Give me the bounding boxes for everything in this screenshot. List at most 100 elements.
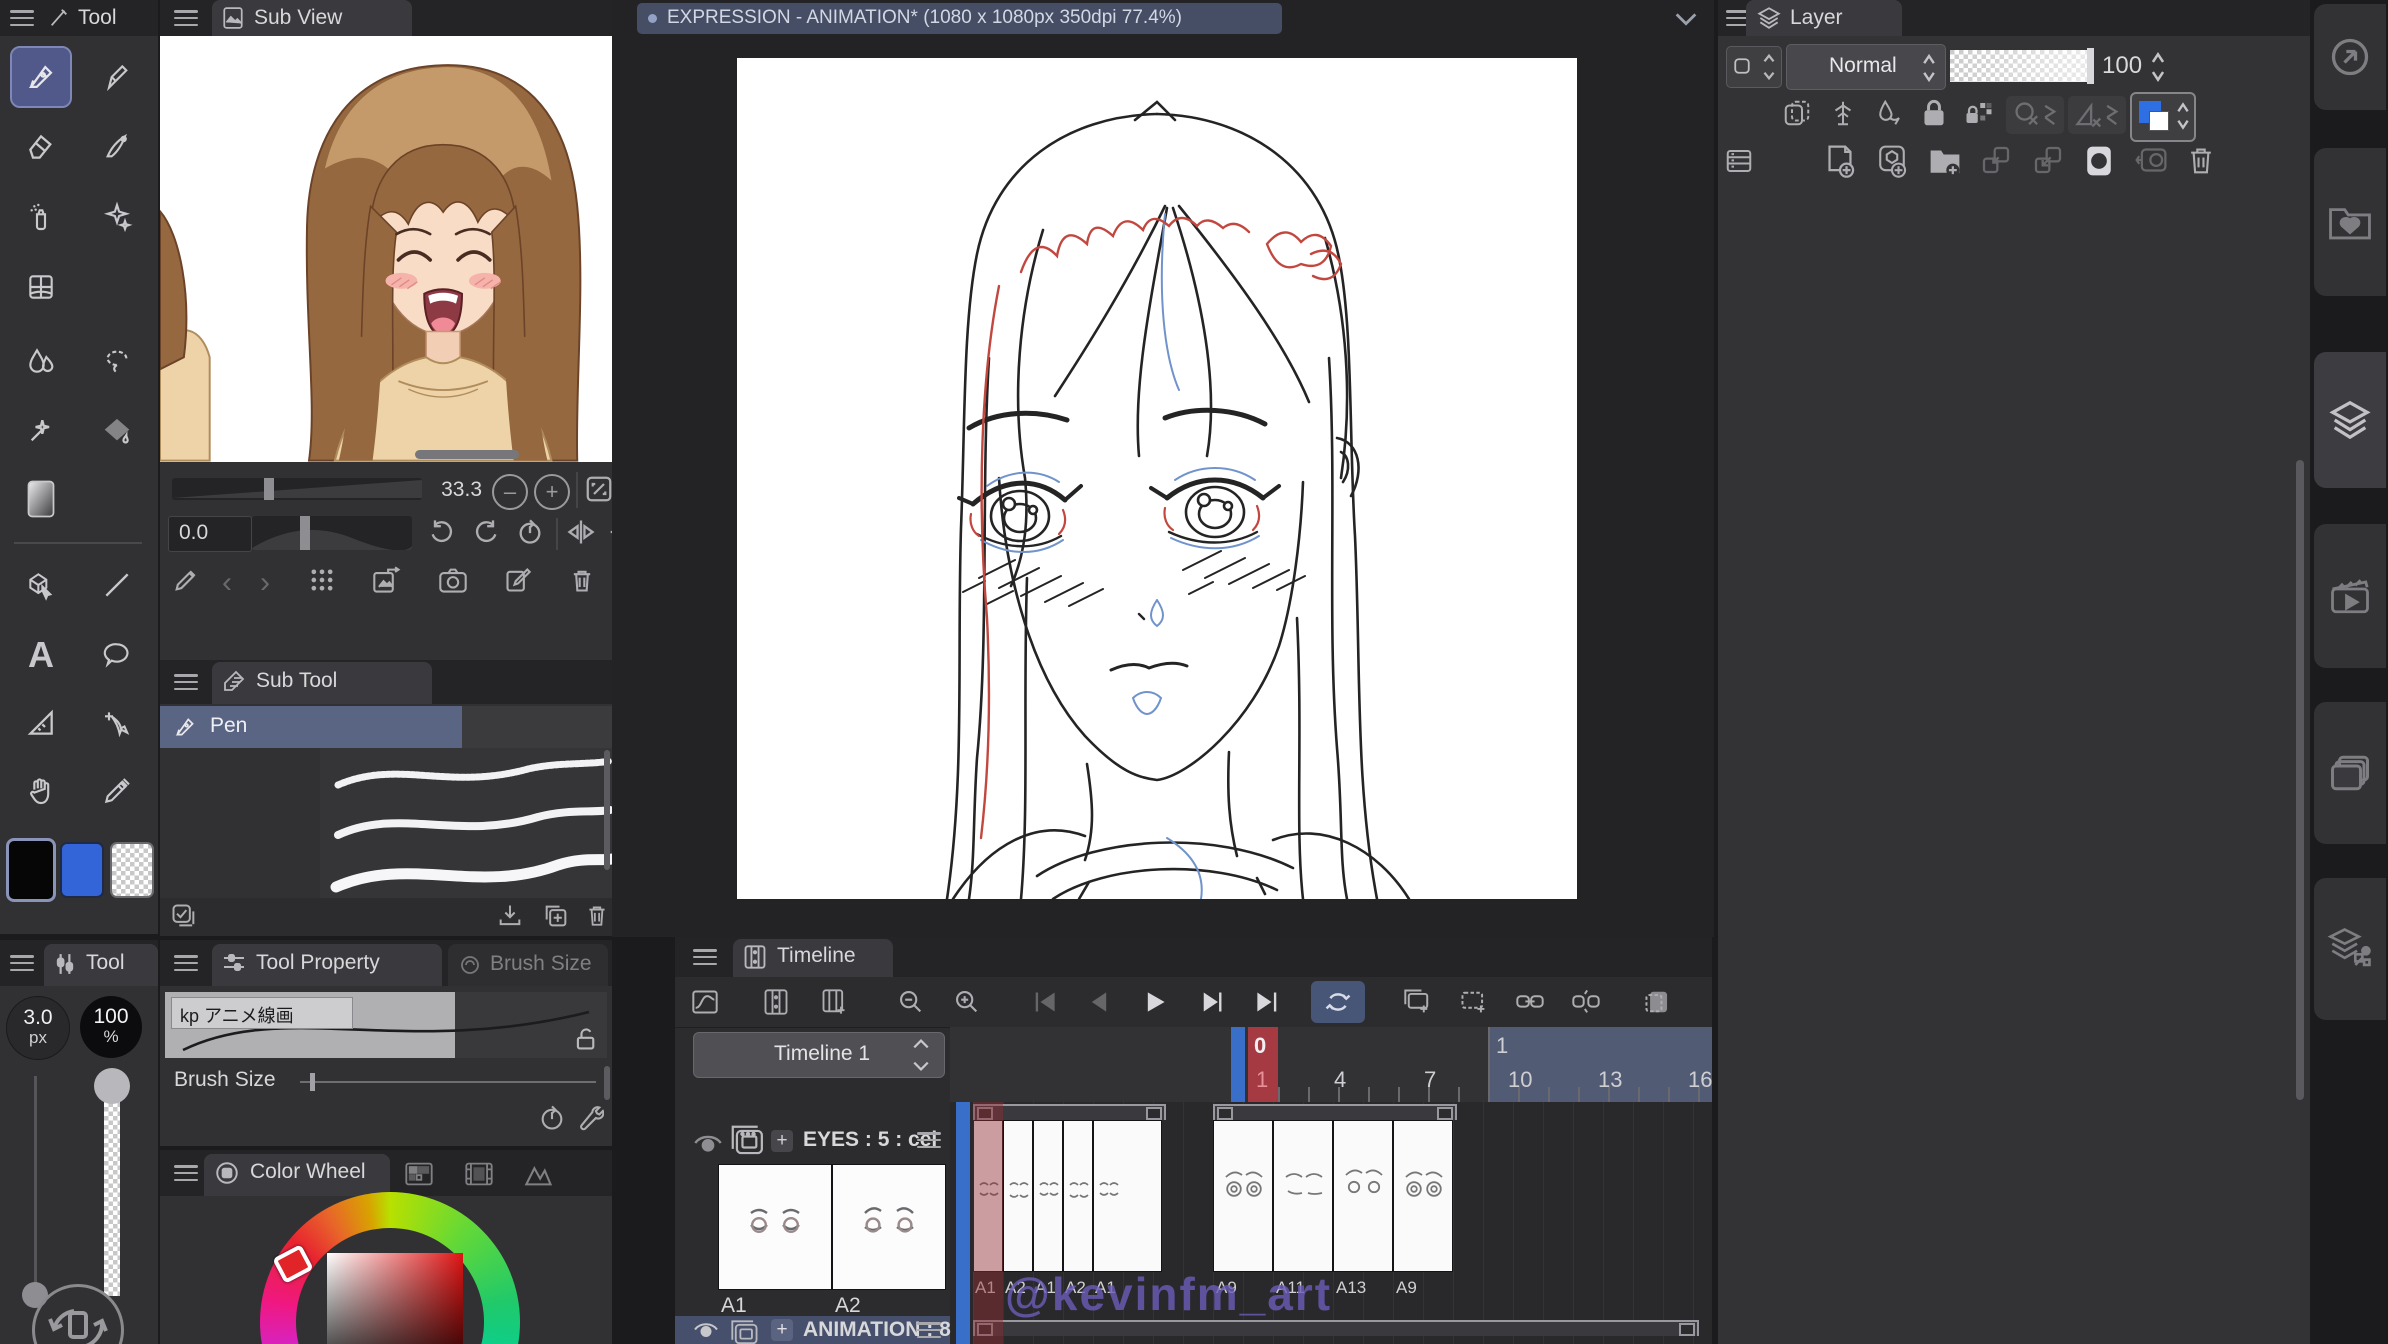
cel-group-bracket[interactable] [1213,1104,1457,1120]
new-folder-icon[interactable] [1928,144,1962,178]
track-visibility-eye-icon[interactable] [693,1132,723,1154]
brush-size-param-handle[interactable] [310,1073,315,1091]
subview-zoom-slider[interactable] [172,478,422,500]
tool-property-menu-icon[interactable] [174,955,198,971]
frame-border-tool[interactable] [12,258,70,316]
duplicate-subtool-icon[interactable] [542,902,570,930]
operation-tool[interactable] [88,694,146,752]
layer-list-scrollbar[interactable] [2296,460,2304,1100]
opacity-badge[interactable]: 100 % [80,996,142,1058]
clip-to-layer-below-icon[interactable] [1782,98,1812,128]
layer-list-options-icon[interactable] [1724,146,1754,176]
onion-skin-icon[interactable] [1643,988,1673,1016]
zoom-out-button[interactable]: – [492,474,528,510]
unlink-cels-icon[interactable] [1571,988,1601,1016]
play-icon[interactable] [1143,990,1167,1014]
brush-tool[interactable] [88,118,146,176]
unlock-icon[interactable] [573,1026,597,1052]
subview-zoom-slider-handle[interactable] [264,478,274,500]
subview-eyedropper-icon[interactable] [172,566,200,594]
timeline-menu-icon[interactable] [693,949,717,965]
bottom-tool-tab-label[interactable]: Tool [86,951,125,975]
text-tool[interactable]: A [12,626,70,684]
new-timeline-icon[interactable] [821,988,847,1016]
selection-lasso-tool[interactable] [88,332,146,390]
subview-tab-label[interactable]: Sub View [254,6,342,30]
link-cels-icon[interactable] [1515,988,1545,1016]
tool-property-scrollbar[interactable] [604,1066,610,1100]
blend-mode-steppers[interactable] [1921,50,1937,86]
main-color-swatch[interactable] [6,838,56,902]
blend-mode-select[interactable]: Normal [1786,44,1946,90]
object-tool[interactable] [12,556,70,614]
line-figure-tool[interactable] [88,556,146,614]
palette-color-button[interactable] [1726,46,1782,88]
new-raster-layer-icon[interactable] [1824,144,1856,178]
tool-property-tab-label[interactable]: Tool Property [256,951,380,975]
delete-layer-icon[interactable] [2186,144,2216,176]
fit-to-view-icon[interactable] [584,474,614,504]
apply-mask-icon[interactable] [2134,144,2168,176]
merge-down-icon[interactable] [2032,144,2064,176]
subtool-scrollbar[interactable] [604,750,610,870]
subtool-tab-label[interactable]: Sub Tool [256,669,337,693]
eyedropper-tool[interactable] [88,762,146,820]
tool-tab-label[interactable]: Tool [78,6,117,30]
brush-size-slider[interactable] [34,1076,37,1296]
timeline-cel[interactable] [1393,1120,1453,1272]
document-tab[interactable]: EXPRESSION - ANIMATION* (1080 x 1080px 3… [637,3,1282,34]
color-wheel-menu-icon[interactable] [174,1165,198,1181]
brush-size-badge[interactable]: 3.0 px [6,996,70,1060]
fill-tool[interactable] [88,402,146,460]
subview-delete-icon[interactable] [568,566,596,594]
timeline-ruler[interactable]: 0 1 1 2 4 7 10 13 16 19 22 2 [950,1027,1712,1103]
zoom-in-button[interactable]: + [534,474,570,510]
cel-thumbnail[interactable] [718,1164,832,1290]
color-set-tab-icon[interactable] [404,1161,434,1187]
next-frame-icon[interactable] [1199,990,1225,1014]
reference-layer-icon[interactable] [1828,98,1858,128]
palette-color-steppers[interactable] [1762,50,1776,84]
track-menu-icon[interactable] [917,1132,941,1148]
brush-size-tab[interactable]: Brush Size [448,944,608,986]
canvas-collapse-chevron-icon[interactable] [1672,8,1700,30]
import-subtool-icon[interactable] [496,902,524,930]
timeline-zoom-in-icon[interactable] [953,988,981,1016]
sub-color-swatch[interactable] [60,842,104,898]
eraser-tool[interactable] [12,118,70,176]
layer-color-control[interactable] [2130,92,2196,142]
animation-cels-panel-button[interactable] [2314,524,2386,668]
brush-preview-card[interactable]: kp アニメ線画 [165,992,607,1058]
layer-search-panel-button[interactable] [2314,878,2386,1020]
layer-opacity-slider[interactable] [1950,48,2094,84]
saturation-value-square[interactable] [327,1253,463,1344]
canvas-area[interactable]: EXPRESSION - ANIMATION* (1080 x 1080px 3… [612,0,1714,937]
brush-size-param-slider[interactable] [300,1081,596,1083]
previous-frame-icon[interactable] [1087,990,1111,1014]
track-menu-icon[interactable] [917,1322,941,1338]
new-vector-layer-icon[interactable] [1876,144,1908,178]
subview-grid-icon[interactable] [308,566,336,594]
bottom-tool-menu-icon[interactable] [10,955,34,971]
timeline-selector-up-icon[interactable] [912,1037,930,1051]
timeline-cel[interactable] [1213,1120,1273,1272]
ruler-range-control[interactable] [2068,96,2126,134]
timeline-cel[interactable] [1003,1120,1033,1272]
airbrush-tool[interactable] [12,188,70,246]
subtool-row-pen[interactable]: Pen [160,706,612,748]
layer-tab-label[interactable]: Layer [1790,6,1843,30]
track-visibility-eye-icon[interactable] [693,1320,719,1339]
cel-group-bracket[interactable] [973,1320,1699,1336]
layer-color-steppers[interactable] [2176,98,2190,134]
timeline-cel[interactable] [1273,1120,1333,1272]
multi-select-icon[interactable] [170,902,198,930]
subview-rotation-slider-handle[interactable] [300,516,310,550]
quick-access-panel-button[interactable] [2314,4,2386,110]
go-to-end-icon[interactable] [1255,990,1281,1014]
pen-tool[interactable] [10,46,72,108]
rotate-cw-icon[interactable] [472,518,500,546]
blend-tool[interactable] [12,332,70,390]
pencil-tool[interactable] [88,48,146,106]
timeline-zoom-out-icon[interactable] [897,988,925,1016]
timeline-selector[interactable]: Timeline 1 [693,1032,945,1078]
